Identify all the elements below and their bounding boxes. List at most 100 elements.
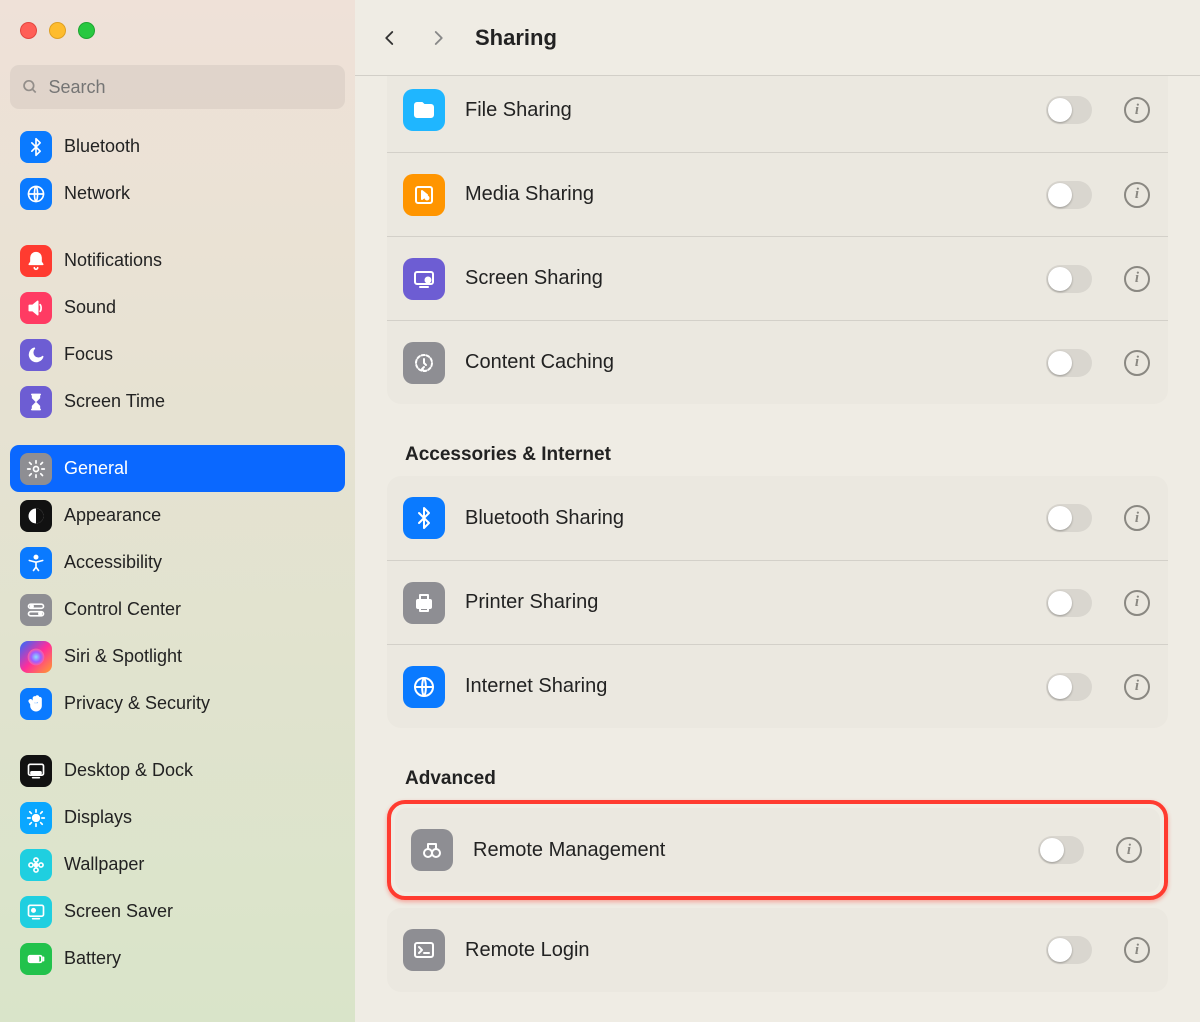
forward-button[interactable]	[421, 21, 455, 55]
sidebar-item-network[interactable]: Network	[10, 170, 345, 217]
search-input[interactable]	[48, 77, 333, 98]
toggle-file-sharing[interactable]	[1046, 96, 1092, 124]
main-scroll[interactable]: File SharingiMedia SharingiScreen Sharin…	[355, 76, 1200, 1022]
toggle-printer-sharing[interactable]	[1046, 589, 1092, 617]
switches-icon	[20, 594, 52, 626]
content-pane: Sharing File SharingiMedia SharingiScree…	[355, 0, 1200, 1022]
row-label: File Sharing	[465, 99, 1026, 122]
header: Sharing	[355, 0, 1200, 76]
search-field[interactable]	[10, 65, 345, 109]
sidebar-item-label: Focus	[64, 344, 113, 365]
row-label: Remote Management	[473, 839, 1018, 862]
minimize-window-button[interactable]	[49, 22, 66, 39]
info-button[interactable]: i	[1124, 674, 1150, 700]
row-label: Bluetooth Sharing	[465, 507, 1026, 530]
appearance-icon	[20, 500, 52, 532]
window-controls	[0, 12, 355, 57]
highlighted-row: Remote Management i	[387, 800, 1168, 900]
terminal-icon	[403, 929, 445, 971]
moon-icon	[20, 339, 52, 371]
toggle-remote-management[interactable]	[1038, 836, 1084, 864]
sidebar-item-desktop-dock[interactable]: Desktop & Dock	[10, 747, 345, 794]
sidebar-list: Bluetooth Network Notifications Sound Focus S…	[0, 123, 355, 982]
page-title: Sharing	[475, 25, 557, 51]
info-button[interactable]: i	[1116, 837, 1142, 863]
sidebar-item-label: Desktop & Dock	[64, 760, 193, 781]
info-button[interactable]: i	[1124, 350, 1150, 376]
info-button[interactable]: i	[1124, 590, 1150, 616]
toggle-content-caching[interactable]	[1046, 349, 1092, 377]
hourglass-icon	[20, 386, 52, 418]
section-title: Advanced	[405, 768, 1168, 790]
toggle-bluetooth-sharing[interactable]	[1046, 504, 1092, 532]
screenshare-icon	[403, 258, 445, 300]
sidebar-item-screen-saver[interactable]: Screen Saver	[10, 888, 345, 935]
sidebar-item-label: Notifications	[64, 250, 162, 271]
media-icon	[403, 174, 445, 216]
sidebar-item-control-center[interactable]: Control Center	[10, 586, 345, 633]
info-button[interactable]: i	[1124, 505, 1150, 531]
sidebar-item-screen-time[interactable]: Screen Time	[10, 378, 345, 425]
folder-icon	[403, 89, 445, 131]
screensaver-icon	[20, 896, 52, 928]
settings-card: Bluetooth SharingiPrinter SharingiIntern…	[387, 476, 1168, 728]
sidebar-item-sound[interactable]: Sound	[10, 284, 345, 331]
row-label: Screen Sharing	[465, 267, 1026, 290]
toggle-media-sharing[interactable]	[1046, 181, 1092, 209]
sidebar-item-accessibility[interactable]: Accessibility	[10, 539, 345, 586]
globe-icon	[403, 666, 445, 708]
info-button[interactable]: i	[1124, 182, 1150, 208]
sharing-row-media-sharing: Media Sharing i	[387, 152, 1168, 236]
sidebar-item-notifications[interactable]: Notifications	[10, 237, 345, 284]
globe-icon	[20, 178, 52, 210]
dock-icon	[20, 755, 52, 787]
settings-card: Remote Management i	[395, 808, 1160, 892]
sidebar-item-battery[interactable]: Battery	[10, 935, 345, 982]
back-button[interactable]	[373, 21, 407, 55]
sidebar-item-bluetooth[interactable]: Bluetooth	[10, 123, 345, 170]
info-button[interactable]: i	[1124, 266, 1150, 292]
info-button[interactable]: i	[1124, 97, 1150, 123]
fullscreen-window-button[interactable]	[78, 22, 95, 39]
toggle-screen-sharing[interactable]	[1046, 265, 1092, 293]
close-window-button[interactable]	[20, 22, 37, 39]
printer-icon	[403, 582, 445, 624]
sidebar-item-label: Sound	[64, 297, 116, 318]
sidebar-item-siri-spotlight[interactable]: Siri & Spotlight	[10, 633, 345, 680]
row-label: Content Caching	[465, 351, 1026, 374]
settings-card: Remote Logini	[387, 908, 1168, 992]
chevron-right-icon	[429, 26, 447, 50]
sidebar-item-displays[interactable]: Displays	[10, 794, 345, 841]
sidebar-item-label: Control Center	[64, 599, 181, 620]
sidebar-item-privacy-security[interactable]: Privacy & Security	[10, 680, 345, 727]
binoculars-icon	[411, 829, 453, 871]
battery-icon	[20, 943, 52, 975]
accessibility-icon	[20, 547, 52, 579]
sidebar-item-focus[interactable]: Focus	[10, 331, 345, 378]
sidebar-item-label: Battery	[64, 948, 121, 969]
sidebar-item-label: Displays	[64, 807, 132, 828]
info-button[interactable]: i	[1124, 937, 1150, 963]
flower-icon	[20, 849, 52, 881]
row-label: Media Sharing	[465, 183, 1026, 206]
chevron-left-icon	[381, 26, 399, 50]
sidebar-item-wallpaper[interactable]: Wallpaper	[10, 841, 345, 888]
toggle-remote-login[interactable]	[1046, 936, 1092, 964]
sidebar-item-appearance[interactable]: Appearance	[10, 492, 345, 539]
sharing-row-remote-management: Remote Management i	[395, 808, 1160, 892]
sharing-row-screen-sharing: Screen Sharing i	[387, 236, 1168, 320]
sidebar-item-label: Bluetooth	[64, 136, 140, 157]
sidebar-item-label: General	[64, 458, 128, 479]
section-title: Accessories & Internet	[405, 444, 1168, 466]
caching-icon	[403, 342, 445, 384]
sharing-row-printer-sharing: Printer Sharingi	[387, 560, 1168, 644]
sidebar-item-label: Wallpaper	[64, 854, 144, 875]
sharing-row-internet-sharing: Internet Sharingi	[387, 644, 1168, 728]
sun-icon	[20, 802, 52, 834]
sharing-row-file-sharing: File Sharing i	[387, 76, 1168, 152]
sidebar-item-label: Screen Time	[64, 391, 165, 412]
toggle-internet-sharing[interactable]	[1046, 673, 1092, 701]
sidebar-item-label: Appearance	[64, 505, 161, 526]
sharing-row-remote-login: Remote Logini	[387, 908, 1168, 992]
sidebar-item-general[interactable]: General	[10, 445, 345, 492]
